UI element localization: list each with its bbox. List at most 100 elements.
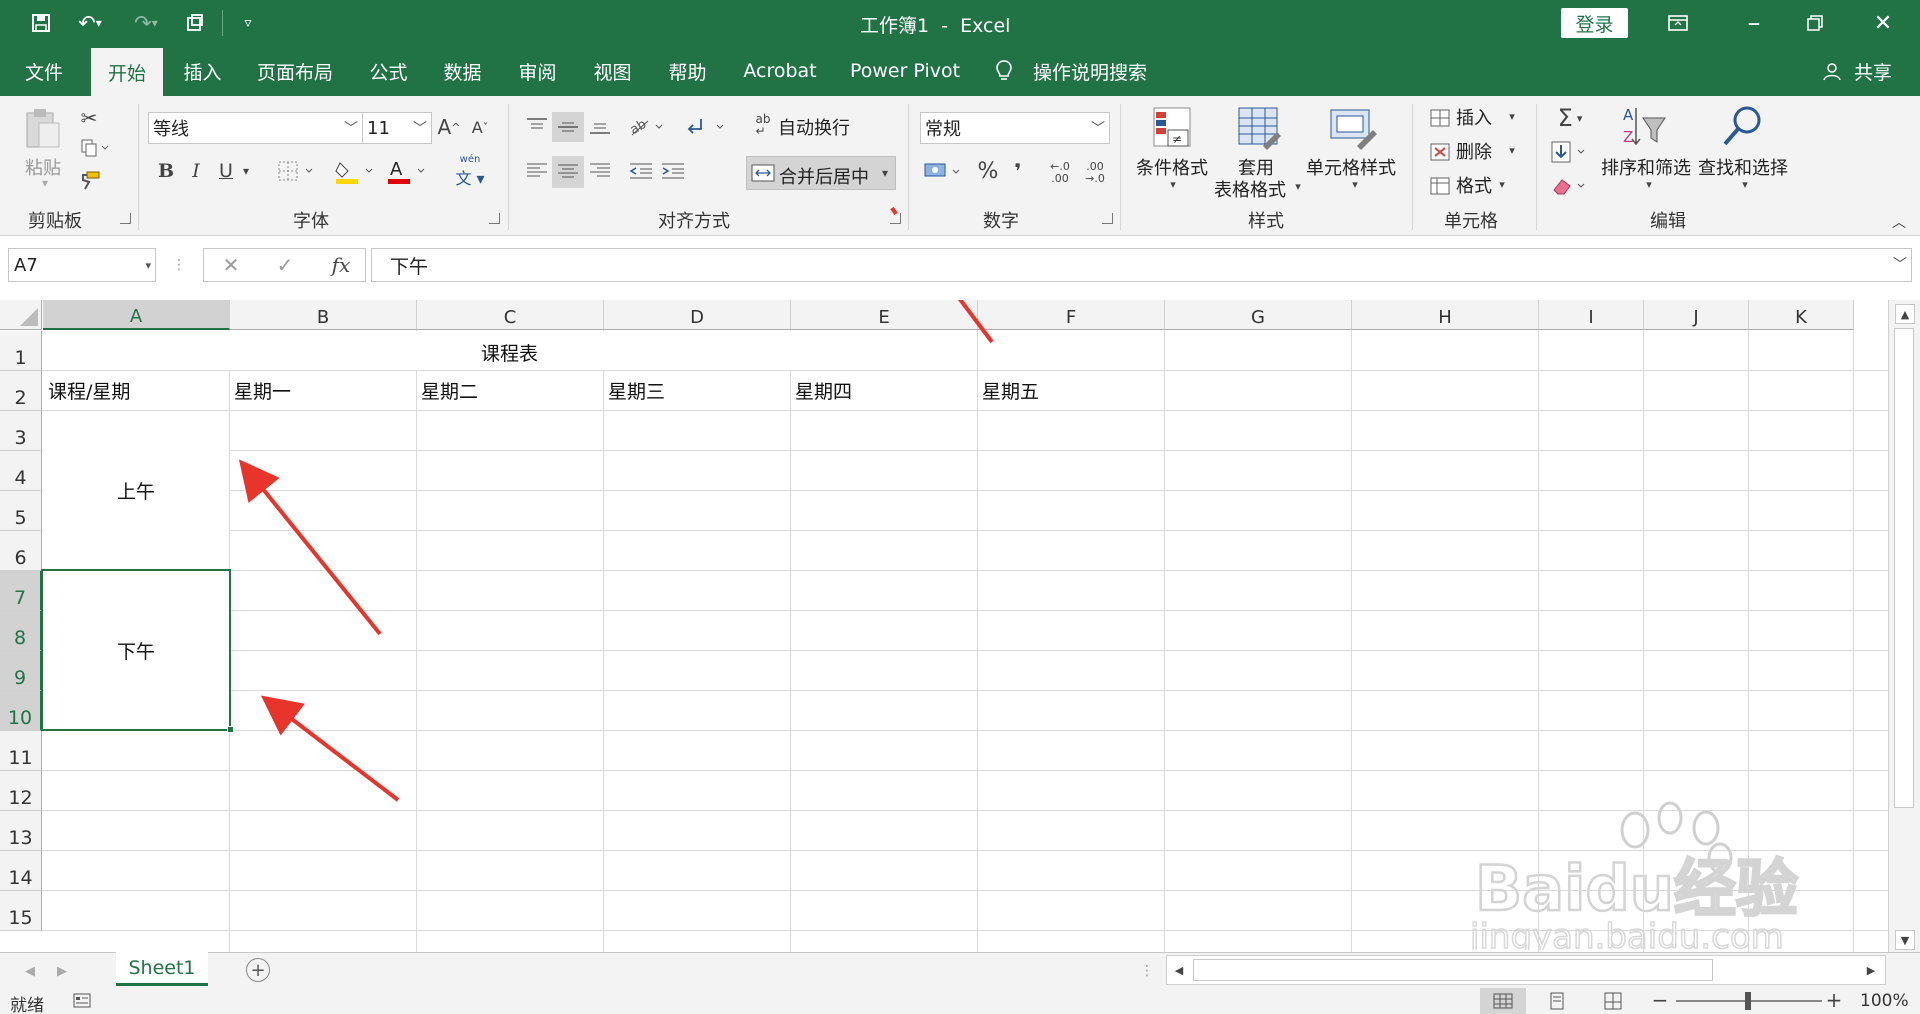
increase-indent-icon[interactable] (658, 156, 688, 186)
italic-button[interactable]: I (185, 158, 207, 184)
clipboard-launcher-icon[interactable] (120, 213, 131, 224)
save-icon[interactable] (26, 9, 56, 37)
paste-icon[interactable] (20, 104, 66, 152)
page-break-view-icon[interactable] (1596, 988, 1630, 1014)
percent-button[interactable]: % (975, 156, 1001, 186)
merge-dropdown-icon[interactable]: ▾ (877, 163, 893, 183)
borders-icon[interactable] (275, 158, 319, 184)
find-select-icon[interactable] (1718, 102, 1766, 152)
tab-power-pivot[interactable]: Power Pivot (845, 46, 965, 96)
sheet-tab-sheet1[interactable]: Sheet1 (116, 952, 208, 986)
font-size-combo[interactable]: 11 ﹀ (362, 112, 432, 144)
clear-icon[interactable] (1548, 172, 1592, 200)
format-cells-button[interactable]: 格式 (1456, 172, 1492, 198)
tab-help[interactable]: 帮助 (655, 46, 720, 96)
conditional-formatting-icon[interactable]: ≠ (1150, 104, 1196, 152)
page-layout-view-icon[interactable] (1540, 988, 1574, 1014)
cell-styles-icon[interactable] (1328, 104, 1378, 152)
bold-button[interactable]: B (155, 158, 177, 184)
tab-acrobat[interactable]: Acrobat (735, 46, 825, 96)
scroll-right-icon[interactable]: ▶ (1861, 959, 1881, 981)
h-scroll-thumb[interactable] (1193, 959, 1713, 981)
align-middle-icon[interactable] (552, 112, 584, 142)
underline-button[interactable]: U (215, 158, 237, 184)
tab-review[interactable]: 审阅 (505, 46, 570, 96)
scroll-left-icon[interactable]: ◀ (1169, 959, 1189, 981)
worksheet-grid[interactable]: ABCDEFGHIJK 1 2 3 4 5 6 7 8 9 10 11 12 13 14 15 课程表 课程… (0, 300, 1920, 952)
align-bottom-icon[interactable] (585, 112, 615, 140)
tab-file[interactable]: 文件 (10, 46, 78, 96)
underline-dropdown-icon[interactable]: ▾ (238, 158, 254, 184)
accounting-format-icon[interactable] (922, 156, 968, 186)
align-left-icon[interactable] (522, 156, 552, 186)
minimize-icon[interactable]: – (1734, 6, 1774, 40)
number-launcher-icon[interactable] (1102, 213, 1113, 224)
tab-home[interactable]: 开始 (91, 46, 163, 96)
name-box[interactable]: A7 ▾ (8, 248, 156, 282)
collapse-ribbon-icon[interactable]: ︿ (1888, 212, 1910, 232)
tab-view[interactable]: 视图 (580, 46, 645, 96)
grow-font-icon[interactable]: A ^ (437, 114, 461, 140)
insert-cells-button[interactable]: 插入 (1456, 104, 1492, 130)
font-color-icon[interactable]: A (385, 156, 431, 186)
format-as-table-icon[interactable] (1236, 104, 1282, 152)
insert-function-icon[interactable]: fx (326, 250, 356, 280)
comma-style-button[interactable]: ❜ (1005, 156, 1031, 186)
find-select-button[interactable]: 查找和选择 (1698, 154, 1788, 180)
font-name-combo[interactable]: 等线 ﹀ (148, 112, 363, 144)
touch-mode-icon[interactable] (180, 9, 210, 37)
font-launcher-icon[interactable] (489, 213, 500, 224)
macro-record-icon[interactable] (72, 991, 94, 1011)
autosum-icon[interactable]: Σ ▾ (1548, 104, 1592, 132)
customize-qat-icon[interactable]: ▿ (236, 9, 260, 37)
wrap-text-button[interactable]: 自动换行 (778, 114, 850, 140)
cell-styles-button[interactable]: 单元格样式 (1306, 154, 1396, 180)
alignment-launcher-icon[interactable] (890, 213, 901, 224)
zoom-slider-thumb[interactable] (1745, 992, 1751, 1010)
merge-center-button[interactable]: 合并后居中 ▾ (746, 156, 896, 190)
cut-icon[interactable]: ✂ (78, 106, 100, 130)
decrease-indent-icon[interactable] (626, 156, 656, 186)
phonetic-icon[interactable]: wén 文 ▾ (445, 154, 495, 188)
tab-page-layout[interactable]: 页面布局 (250, 46, 340, 96)
align-top-icon[interactable] (522, 112, 552, 140)
orientation-icon[interactable]: ab (626, 112, 670, 140)
fill-icon[interactable] (1548, 138, 1592, 166)
shrink-font-icon[interactable]: Aˇ (468, 114, 492, 140)
conditional-formatting-button[interactable]: 条件格式 (1136, 154, 1208, 180)
paste-dropdown-icon[interactable]: ▾ (35, 176, 55, 190)
ribbon-display-icon[interactable] (1658, 6, 1698, 40)
align-right-icon[interactable] (585, 156, 615, 186)
increase-decimal-icon[interactable]: ←.0.00 (1045, 158, 1075, 188)
cancel-icon[interactable]: ✕ (218, 250, 244, 280)
tab-insert[interactable]: 插入 (170, 46, 235, 96)
scroll-right-sheets-icon[interactable]: ▶ (52, 959, 72, 983)
text-direction-icon[interactable] (684, 112, 730, 140)
tell-me-search[interactable]: 操作说明搜索 (1030, 46, 1150, 96)
normal-view-icon[interactable] (1480, 988, 1526, 1014)
align-center-icon[interactable] (552, 156, 584, 188)
delete-cells-button[interactable]: 删除 (1456, 138, 1492, 164)
redo-icon[interactable]: ↷ ▾ (126, 9, 166, 37)
expand-formula-icon[interactable]: ﹀ (1892, 254, 1908, 274)
close-icon[interactable]: ✕ (1863, 6, 1903, 40)
horizontal-scrollbar[interactable]: ◀ ▶ (1166, 955, 1886, 985)
format-painter-icon[interactable] (78, 168, 102, 192)
format-as-table-button[interactable]: 表格格式 (1214, 176, 1286, 202)
number-format-combo[interactable]: 常规 ﹀ (920, 112, 1110, 144)
zoom-out-icon[interactable]: − (1652, 988, 1669, 1012)
zoom-level[interactable]: 100% (1860, 991, 1909, 1011)
restore-icon[interactable] (1795, 6, 1835, 40)
login-button[interactable]: 登录 (1561, 8, 1628, 38)
zoom-in-icon[interactable]: + (1826, 988, 1843, 1012)
tab-formulas[interactable]: 公式 (356, 46, 421, 96)
decrease-decimal-icon[interactable]: .00 →.0 (1080, 158, 1110, 188)
formula-input[interactable]: 下午 (371, 248, 1912, 282)
undo-icon[interactable]: ↶ ▾ (70, 9, 110, 37)
share-button[interactable]: 共享 (1848, 46, 1898, 96)
scroll-left-sheets-icon[interactable]: ◀ (20, 959, 40, 983)
enter-icon[interactable]: ✓ (272, 250, 298, 280)
fill-color-icon[interactable] (333, 156, 379, 186)
sort-filter-icon[interactable]: AZ (1620, 102, 1668, 152)
tab-data[interactable]: 数据 (430, 46, 495, 96)
